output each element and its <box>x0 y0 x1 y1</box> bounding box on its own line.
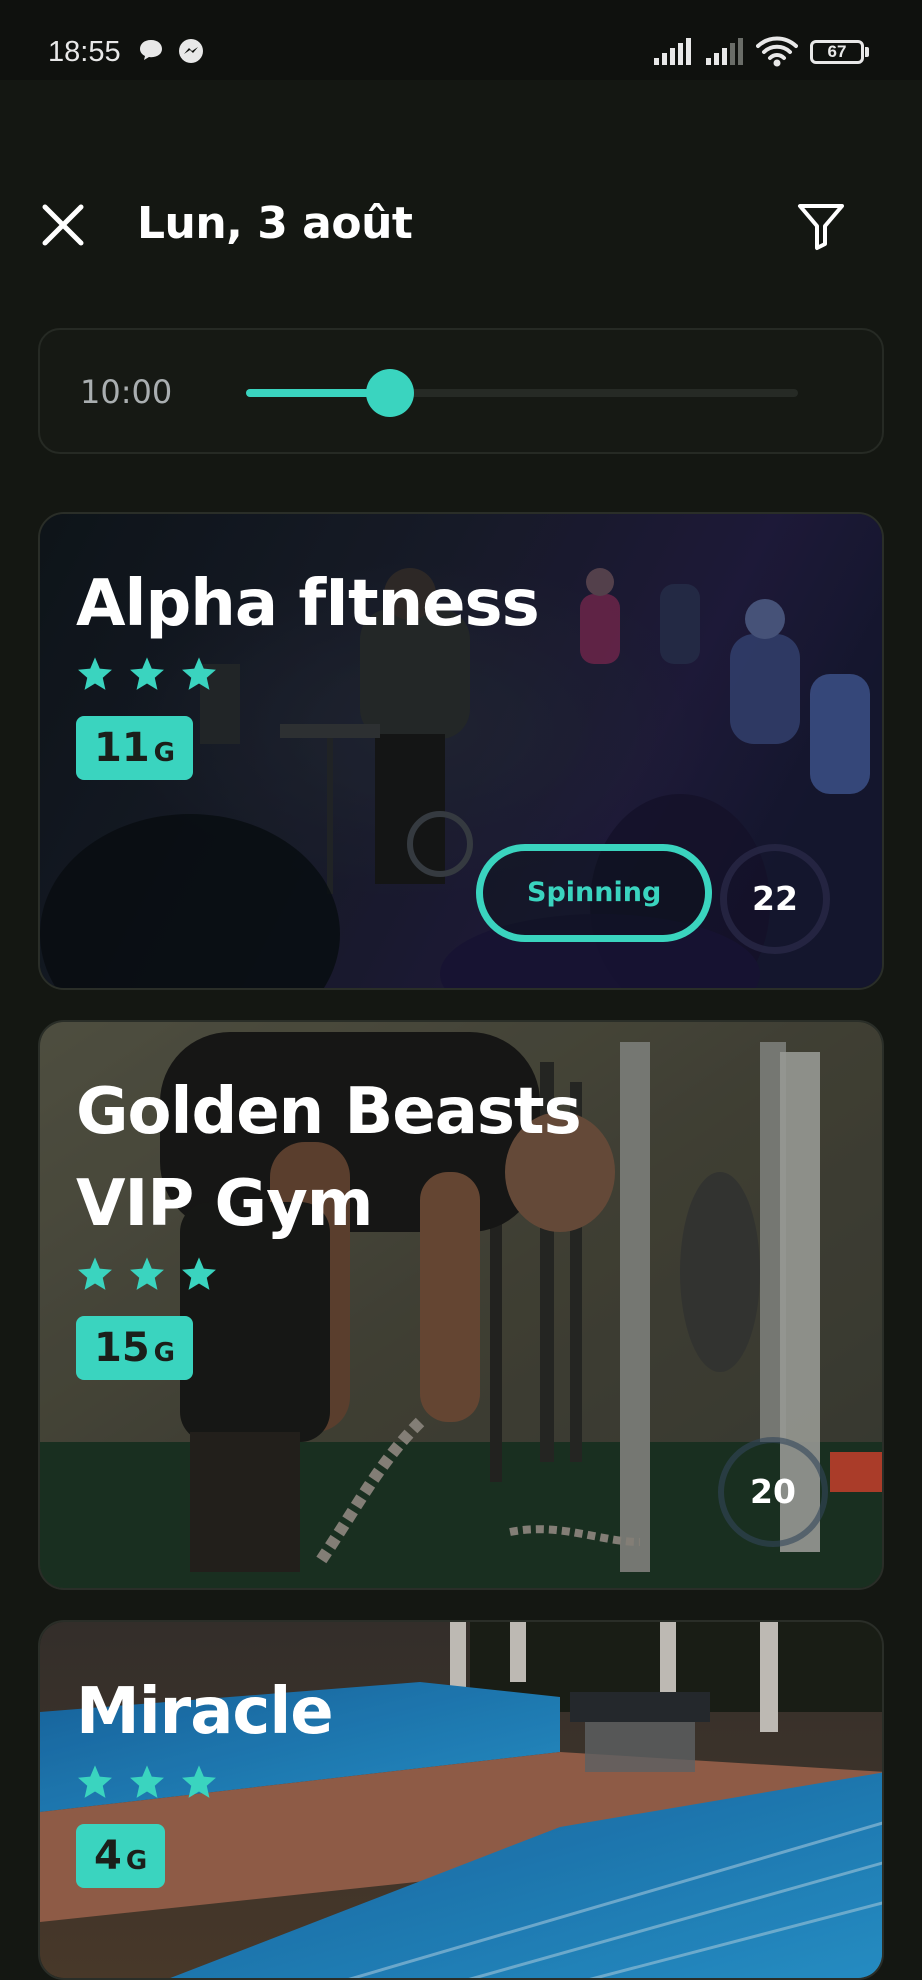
star-rating <box>76 1762 333 1802</box>
status-time: 18:55 <box>48 36 121 68</box>
star-icon <box>182 657 216 690</box>
star-icon <box>78 657 112 690</box>
gym-name: Alpha fItness <box>76 567 540 641</box>
price-badge: 11 G <box>76 716 194 780</box>
star-icon <box>130 1765 164 1798</box>
price-value: 4 <box>94 1833 122 1879</box>
star-icon <box>130 1257 164 1290</box>
status-bar: 18:55 67 <box>0 0 922 80</box>
time-slider-thumb[interactable] <box>365 369 414 417</box>
activity-tag-spinning[interactable]: Spinning <box>476 844 713 942</box>
gym-name: Golden Beasts VIP Gym <box>76 1075 582 1241</box>
star-rating <box>76 654 539 694</box>
price-value: 11 <box>94 725 150 771</box>
price-unit: G <box>125 1846 148 1876</box>
battery-tip <box>865 47 869 57</box>
gym-card-miracle[interactable]: Miracle 4G <box>38 1620 884 1980</box>
gym-card-golden-beasts[interactable]: Golden Beasts VIP Gym 15 G 20 <box>38 1020 884 1590</box>
star-icon <box>130 657 164 690</box>
gym-card-alpha-fitness[interactable]: Alpha fItness 11 G Spinning 22 <box>38 512 884 990</box>
count-badge: 20 <box>718 1437 828 1547</box>
star-rating <box>76 1254 696 1294</box>
close-icon[interactable] <box>40 202 86 248</box>
time-filter-card: 10:00 <box>38 328 884 454</box>
price-badge: 15 G <box>76 1316 194 1380</box>
battery-icon: 67 <box>810 40 864 64</box>
gym-card-content: Golden Beasts VIP Gym 15 G <box>76 1066 696 1380</box>
gym-name: Miracle <box>76 1675 334 1749</box>
page-title: Lun, 3 août <box>137 198 413 249</box>
count-value: 20 <box>750 1472 796 1511</box>
wifi-icon <box>756 36 798 67</box>
gym-card-content: Alpha fItness 11 G <box>76 558 540 780</box>
messenger-icon <box>179 39 203 63</box>
count-value: 22 <box>752 879 798 918</box>
star-icon <box>78 1257 112 1290</box>
time-label: 10:00 <box>80 373 173 411</box>
price-unit: G <box>153 1338 176 1368</box>
count-badge: 22 <box>720 844 830 954</box>
price-badge: 4G <box>76 1824 166 1888</box>
chat-bubble-icon <box>140 40 162 60</box>
gym-card-content: Miracle 4G <box>76 1666 334 1888</box>
star-icon <box>182 1765 216 1798</box>
time-slider[interactable] <box>246 369 798 417</box>
star-icon <box>78 1765 112 1798</box>
signal-icon <box>706 38 743 65</box>
price-value: 15 <box>94 1325 150 1371</box>
signal-icon <box>654 38 691 65</box>
star-icon <box>182 1257 216 1290</box>
filter-icon[interactable] <box>796 200 846 252</box>
price-unit: G <box>153 738 176 768</box>
